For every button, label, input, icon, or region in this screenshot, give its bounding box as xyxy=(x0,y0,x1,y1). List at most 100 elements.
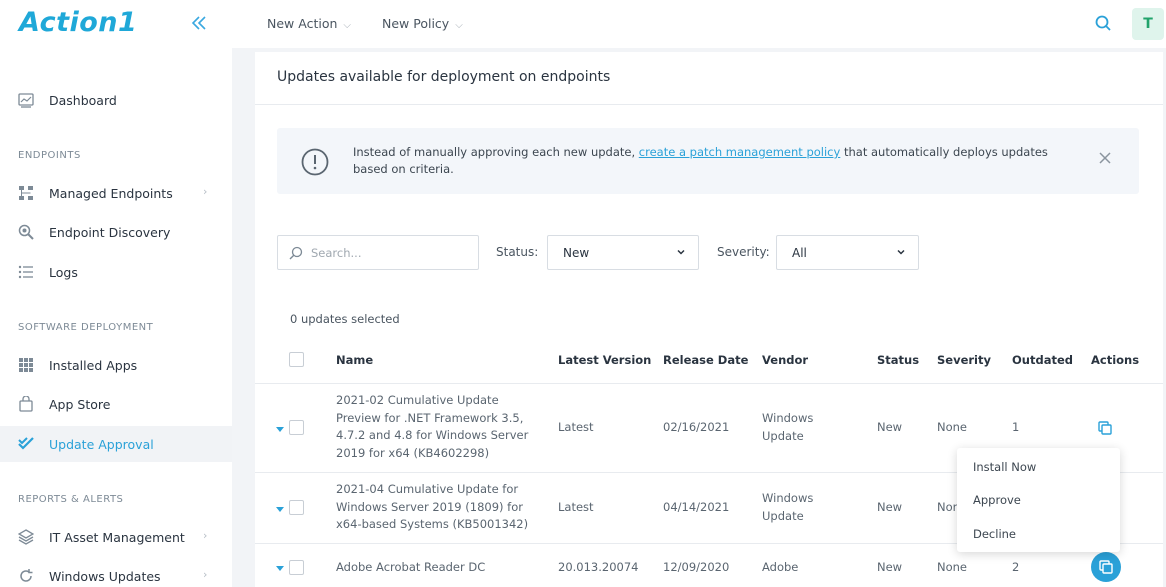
status: New xyxy=(877,560,903,574)
update-name: 2021-02 Cumulative Update Preview for .N… xyxy=(336,393,529,460)
user-avatar[interactable]: T xyxy=(1132,8,1164,40)
double-check-icon xyxy=(18,437,34,450)
search-icon xyxy=(289,246,303,260)
vendor: Windows Update xyxy=(762,411,814,443)
sidebar-item-app-store[interactable]: App Store xyxy=(0,386,232,422)
sidebar-item-label: Update Approval xyxy=(49,437,154,452)
new-action-menu[interactable]: New Action ⌵ xyxy=(267,16,351,31)
status: New xyxy=(877,500,903,514)
sidebar-item-it-asset-management[interactable]: IT Asset Management › xyxy=(0,519,232,555)
row-actions-menu: Install Now Approve Decline xyxy=(957,448,1120,552)
new-policy-label: New Policy xyxy=(382,16,450,31)
vendor: Adobe xyxy=(762,560,799,574)
menu-item-approve[interactable]: Approve xyxy=(973,493,1021,507)
column-header-status[interactable]: Status xyxy=(877,353,919,367)
status: New xyxy=(877,420,903,434)
sidebar-section-reports: REPORTS & ALERTS xyxy=(18,494,124,505)
menu-item-install-now[interactable]: Install Now xyxy=(973,460,1036,474)
column-header-name[interactable]: Name xyxy=(336,353,373,367)
status-filter-label: Status: xyxy=(496,245,539,259)
column-header-outdated[interactable]: Outdated xyxy=(1012,353,1073,367)
status-select-value: New xyxy=(563,246,590,260)
severity-select[interactable]: All xyxy=(776,235,919,270)
sidebar-item-endpoint-discovery[interactable]: Endpoint Discovery xyxy=(0,214,232,250)
severity-select-value: All xyxy=(792,246,807,260)
banner-text-before: Instead of manually approving each new u… xyxy=(353,145,639,159)
sidebar-item-label: IT Asset Management xyxy=(49,530,185,545)
column-header-latest-version[interactable]: Latest Version xyxy=(558,353,651,367)
severity: None xyxy=(937,420,968,434)
collapse-sidebar-button[interactable] xyxy=(190,14,208,35)
exclamation-circle-icon xyxy=(301,148,329,176)
page-title: Updates available for deployment on endp… xyxy=(277,69,611,85)
search-field[interactable] xyxy=(277,235,479,270)
dashboard-icon xyxy=(18,93,34,108)
release-date: 02/16/2021 xyxy=(663,420,730,434)
row-actions-button[interactable] xyxy=(1091,552,1121,582)
column-header-severity[interactable]: Severity xyxy=(937,353,991,367)
outdated-count: 1 xyxy=(1012,420,1020,434)
chevron-right-icon: › xyxy=(203,529,208,542)
update-name: Adobe Acrobat Reader DC xyxy=(336,560,486,574)
new-policy-menu[interactable]: New Policy ⌵ xyxy=(382,16,463,31)
sidebar-item-label: Managed Endpoints xyxy=(49,186,173,201)
sidebar-item-logs[interactable]: Logs xyxy=(0,254,232,290)
expand-row-icon[interactable] xyxy=(276,427,284,432)
select-all-checkbox[interactable] xyxy=(289,352,304,367)
chevron-down-icon xyxy=(897,249,905,255)
vendor: Windows Update xyxy=(762,491,814,523)
sidebar-item-update-approval[interactable]: Update Approval xyxy=(0,426,232,462)
action1-logo[interactable]: Action1 xyxy=(19,7,137,38)
latest-version: 20.013.20074 xyxy=(558,560,639,574)
copy-actions-icon[interactable] xyxy=(1097,420,1113,436)
sidebar: Action1 Dashboard ENDPOINTS Managed Endp… xyxy=(0,0,232,587)
sidebar-item-label: App Store xyxy=(49,397,111,412)
search-input[interactable] xyxy=(311,244,471,262)
column-header-release-date[interactable]: Release Date xyxy=(663,353,748,367)
sidebar-item-installed-apps[interactable]: Installed Apps xyxy=(0,347,232,383)
row-checkbox[interactable] xyxy=(289,500,304,515)
sidebar-item-label: Installed Apps xyxy=(49,358,138,373)
latest-version: Latest xyxy=(558,500,594,514)
refresh-icon xyxy=(20,569,33,582)
chevron-down-icon xyxy=(677,249,685,255)
sidebar-item-label: Logs xyxy=(49,265,78,280)
grid-icon xyxy=(19,358,33,372)
create-policy-link[interactable]: create a patch management policy xyxy=(639,145,841,159)
column-header-vendor[interactable]: Vendor xyxy=(762,353,808,367)
search-icon[interactable] xyxy=(1094,14,1112,32)
sidebar-item-label: Dashboard xyxy=(49,93,117,108)
layers-icon xyxy=(18,529,34,545)
severity: None xyxy=(937,560,968,574)
outdated-count: 2 xyxy=(1012,560,1020,574)
double-chevron-left-icon xyxy=(191,16,206,30)
row-checkbox[interactable] xyxy=(289,420,304,435)
release-date: 04/14/2021 xyxy=(663,500,730,514)
banner-text: Instead of manually approving each new u… xyxy=(353,144,1073,178)
menu-item-decline[interactable]: Decline xyxy=(973,527,1016,541)
update-name: 2021-04 Cumulative Update for Windows Se… xyxy=(336,482,529,531)
severity-filter-label: Severity: xyxy=(717,245,770,259)
sidebar-item-label: Endpoint Discovery xyxy=(49,225,171,240)
magnifier-icon xyxy=(18,224,34,240)
sidebar-section-endpoints: ENDPOINTS xyxy=(18,150,81,161)
new-action-label: New Action xyxy=(267,16,338,31)
sidebar-section-software: SOFTWARE DEPLOYMENT xyxy=(18,322,154,333)
sidebar-item-dashboard[interactable]: Dashboard xyxy=(0,82,232,118)
chevron-right-icon: › xyxy=(203,185,208,198)
release-date: 12/09/2020 xyxy=(663,560,730,574)
info-banner: Instead of manually approving each new u… xyxy=(277,128,1139,194)
chevron-right-icon: › xyxy=(203,568,208,581)
shopping-bag-icon xyxy=(19,396,33,412)
row-checkbox[interactable] xyxy=(289,560,304,575)
top-bar: New Action ⌵ New Policy ⌵ T xyxy=(232,0,1166,48)
expand-row-icon[interactable] xyxy=(276,566,284,571)
copy-actions-icon xyxy=(1099,560,1113,574)
sidebar-item-managed-endpoints[interactable]: Managed Endpoints › xyxy=(0,175,232,211)
expand-row-icon[interactable] xyxy=(276,507,284,512)
sidebar-item-windows-updates[interactable]: Windows Updates › xyxy=(0,558,232,587)
close-icon[interactable] xyxy=(1097,150,1113,166)
list-icon xyxy=(18,265,33,279)
latest-version: Latest xyxy=(558,420,594,434)
status-select[interactable]: New xyxy=(547,235,699,270)
